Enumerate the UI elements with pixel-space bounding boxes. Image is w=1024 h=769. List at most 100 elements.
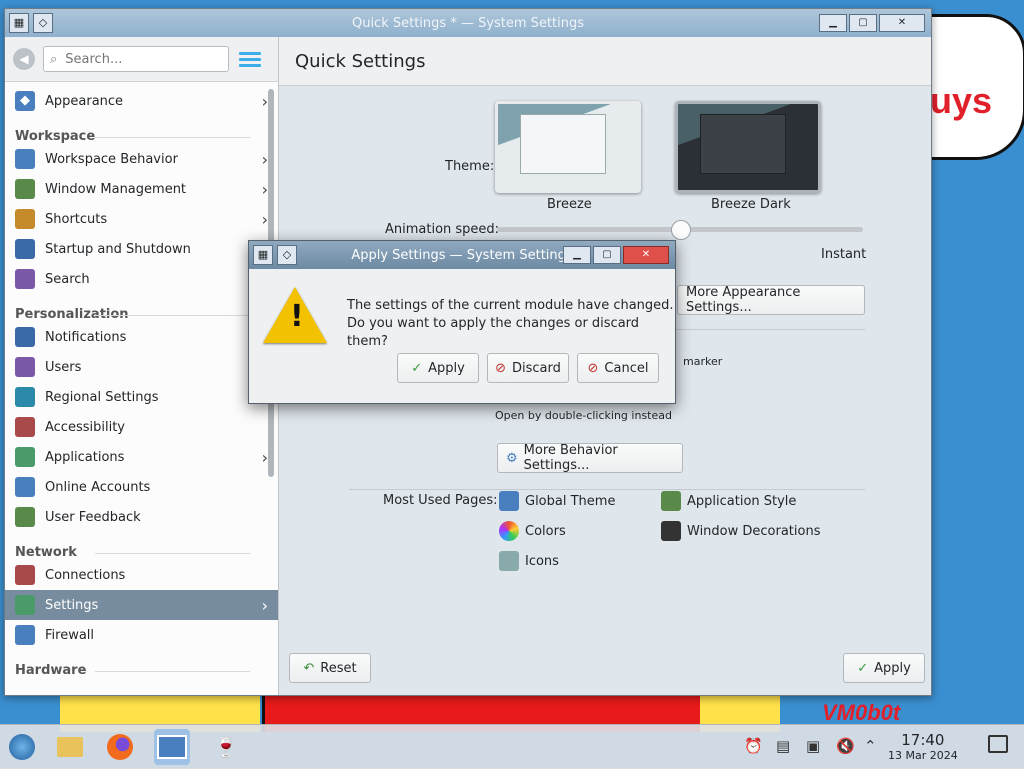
dialog-minimize-button[interactable]: ▁: [563, 246, 591, 264]
reset-button[interactable]: ↶ Reset: [289, 653, 371, 683]
search-box[interactable]: ⌕: [43, 46, 229, 72]
sidebar-item-settings[interactable]: Settings ›: [5, 590, 278, 620]
most-used-colors[interactable]: Colors: [499, 521, 566, 541]
taskbar: 🍷 ⏰ ▤ ▣ 🔇 ⌃ 17:40 13 Mar 2024: [0, 724, 1024, 769]
keyboard-icon: [15, 209, 35, 229]
sidebar-item-workspace-behavior[interactable]: Workspace Behavior ›: [5, 144, 278, 174]
most-used-icons[interactable]: Icons: [499, 551, 559, 571]
dialog-maximize-button[interactable]: ▢: [593, 246, 621, 264]
dialog-titlebar[interactable]: ▦ ◇ Apply Settings — System Settings ▁ ▢…: [249, 241, 675, 269]
divider: [349, 489, 865, 490]
sidebar-section-personalization: Personalization: [5, 294, 278, 322]
sidebar-item-label: Appearance: [45, 93, 124, 109]
sidebar-item-online-accounts[interactable]: Online Accounts: [5, 472, 278, 502]
animation-speed-handle[interactable]: [671, 220, 691, 240]
apply-button[interactable]: ✓ Apply: [843, 653, 925, 683]
window-menu-icon[interactable]: ▦: [9, 13, 29, 33]
wallpaper-cloud-text: uys: [930, 80, 993, 121]
sidebar-item-user-feedback[interactable]: User Feedback: [5, 502, 278, 532]
theme-label: Theme:: [445, 159, 495, 174]
back-icon[interactable]: ◀: [13, 48, 35, 70]
most-used-application-style[interactable]: Application Style: [661, 491, 796, 511]
start-menu-icon[interactable]: [4, 729, 40, 765]
more-appearance-button[interactable]: More Appearance Settings...: [677, 285, 865, 315]
dialog-close-button[interactable]: ✕: [623, 246, 669, 264]
dialog-apply-button[interactable]: ✓ Apply: [397, 353, 479, 383]
show-desktop-icon[interactable]: [988, 735, 1008, 757]
sidebar-item-notifications[interactable]: Notifications: [5, 322, 278, 352]
sidebar-item-accessibility[interactable]: Accessibility: [5, 412, 278, 442]
window-title: Quick Settings * — System Settings: [351, 15, 585, 31]
checkmark-icon: ✓: [411, 360, 423, 376]
sidebar-item-label: Connections: [45, 567, 126, 583]
dialog-cancel-button[interactable]: ⊘ Cancel: [577, 353, 659, 383]
chevron-up-icon[interactable]: ⌃: [864, 737, 877, 755]
wine-icon[interactable]: 🍷: [208, 729, 244, 765]
theme-name-breeze-dark: Breeze Dark: [711, 197, 791, 212]
search-icon: [15, 269, 35, 289]
sidebar-item-connections[interactable]: Connections: [5, 560, 278, 590]
firewall-icon: [15, 625, 35, 645]
sidebar-header: ◀ ⌕: [5, 37, 278, 82]
appearance-icon: ◆: [15, 91, 35, 111]
window-titlebar[interactable]: ▦ ◇ Quick Settings * — System Settings ▁…: [5, 9, 931, 37]
feedback-icon: [15, 507, 35, 527]
sidebar-item-appearance[interactable]: ◆ Appearance ›: [5, 86, 278, 116]
globe-icon: [15, 387, 35, 407]
theme-name-breeze: Breeze: [547, 197, 592, 212]
volume-muted-icon[interactable]: 🔇: [836, 737, 855, 755]
clipboard-icon[interactable]: ▤: [776, 737, 790, 755]
network-settings-icon: [15, 595, 35, 615]
sidebar-item-label: Settings: [45, 597, 99, 613]
theme-card-breeze-dark[interactable]: [675, 101, 821, 193]
applications-icon: [15, 447, 35, 467]
pin-icon[interactable]: ◇: [277, 245, 297, 265]
minimize-button[interactable]: ▁: [819, 14, 847, 32]
sidebar-item-startup-and-shutdown[interactable]: Startup and Shutdown›: [5, 234, 278, 264]
more-behavior-button[interactable]: ⚙ More Behavior Settings...: [497, 443, 683, 473]
colors-icon: [499, 521, 519, 541]
system-settings-task-icon[interactable]: [154, 729, 190, 765]
alarm-icon[interactable]: ⏰: [744, 737, 763, 755]
sidebar-item-label: Workspace Behavior: [45, 151, 178, 167]
theme-card-breeze[interactable]: [495, 101, 641, 193]
most-used-window-decorations[interactable]: Window Decorations: [661, 521, 821, 541]
users-icon: [15, 357, 35, 377]
page-title: Quick Settings: [279, 37, 931, 86]
workspace-icon: [15, 149, 35, 169]
maximize-button[interactable]: ▢: [849, 14, 877, 32]
file-manager-icon[interactable]: [52, 729, 88, 765]
search-input[interactable]: [63, 50, 218, 68]
sidebar-item-firewall[interactable]: Firewall: [5, 620, 278, 650]
sidebar: ◀ ⌕ ◆ Appearance › WorkspaceWorkspace Be…: [5, 37, 279, 695]
notes-icon[interactable]: ▣: [806, 737, 820, 755]
cancel-icon: ⊘: [587, 360, 599, 376]
sidebar-item-shortcuts[interactable]: Shortcuts ›: [5, 204, 278, 234]
sidebar-item-label: Notifications: [45, 329, 127, 345]
close-button[interactable]: ✕: [879, 14, 925, 32]
marker-text: marker: [683, 355, 723, 368]
sidebar-item-label: Online Accounts: [45, 479, 151, 495]
reset-icon: ↶: [303, 660, 315, 676]
dialog-body: ! The settings of the current module hav…: [249, 269, 675, 403]
most-used-label: Most Used Pages:: [383, 493, 498, 508]
power-icon: [15, 239, 35, 259]
dialog-menu-icon[interactable]: ▦: [253, 245, 273, 265]
most-used-global-theme[interactable]: Global Theme: [499, 491, 615, 511]
pin-icon[interactable]: ◇: [33, 13, 53, 33]
animation-instant-label: Instant: [821, 247, 867, 262]
wallpaper-watermark: VM0b0t: [822, 700, 901, 725]
hamburger-menu-icon[interactable]: [239, 48, 261, 70]
sidebar-item-regional-settings[interactable]: Regional Settings›: [5, 382, 278, 412]
sidebar-item-label: Users: [45, 359, 82, 375]
sidebar-item-applications[interactable]: Applications ›: [5, 442, 278, 472]
icons-icon: [499, 551, 519, 571]
firefox-icon[interactable]: [102, 729, 138, 765]
dialog-discard-button[interactable]: ⊘ Discard: [487, 353, 569, 383]
sidebar-item-window-management[interactable]: Window Management ›: [5, 174, 278, 204]
accessibility-icon: [15, 417, 35, 437]
sidebar-item-search[interactable]: Search›: [5, 264, 278, 294]
sidebar-item-label: Startup and Shutdown: [45, 241, 191, 257]
clock[interactable]: 17:40 13 Mar 2024: [888, 731, 958, 762]
sidebar-item-users[interactable]: Users: [5, 352, 278, 382]
